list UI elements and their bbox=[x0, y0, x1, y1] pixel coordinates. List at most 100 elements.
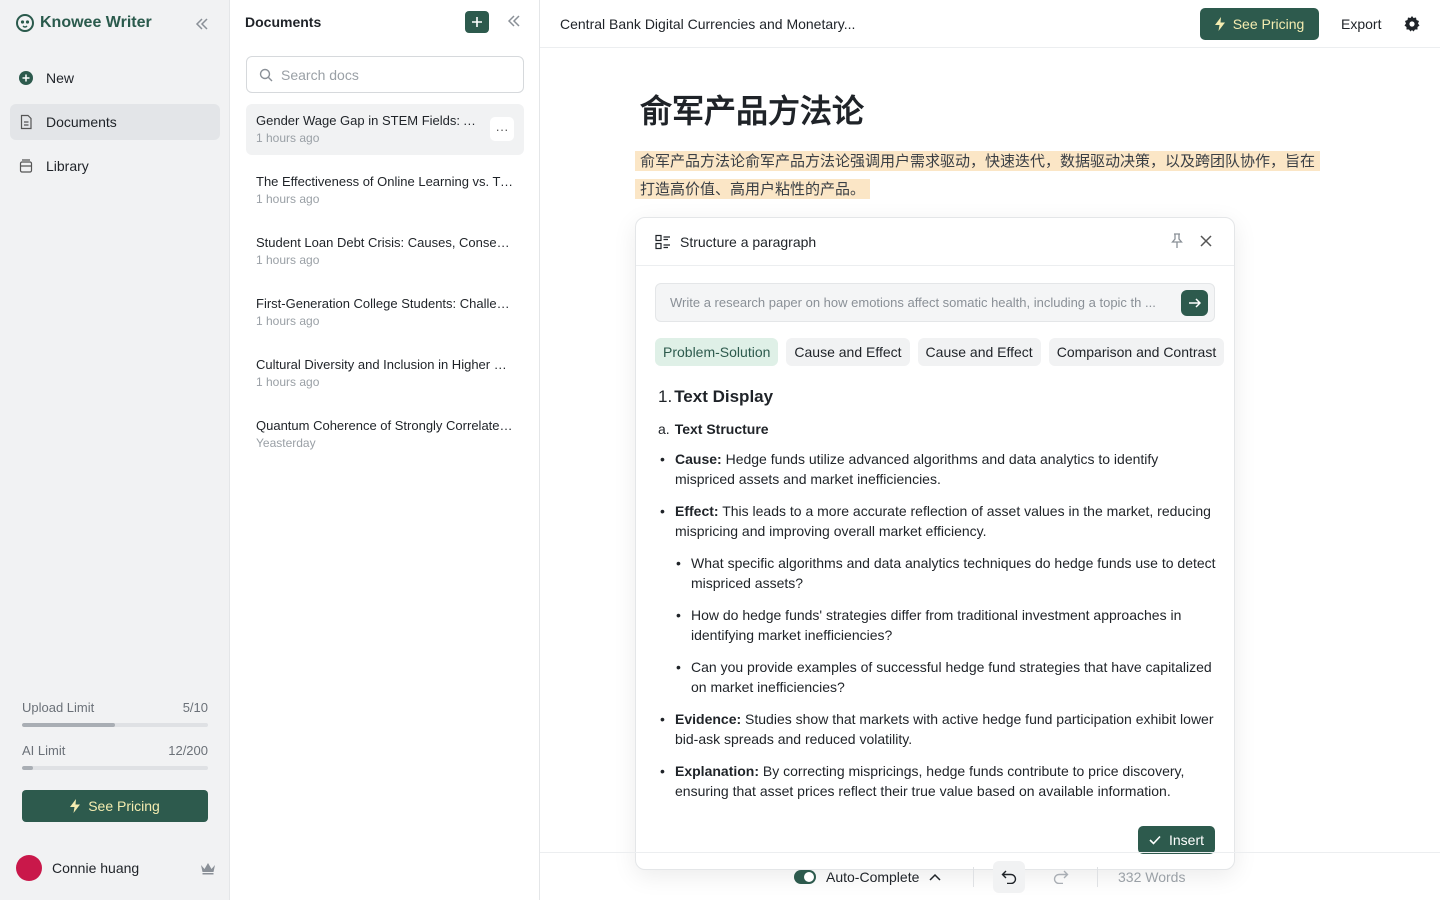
collapse-sidebar-button[interactable] bbox=[193, 15, 211, 33]
close-icon[interactable] bbox=[1197, 232, 1215, 250]
double-chevron-left-icon bbox=[507, 15, 520, 27]
insert-label: Insert bbox=[1168, 832, 1204, 848]
documents-panel: Documents Gender Wage Gap in STEM Fields… bbox=[230, 0, 540, 900]
chip-cause-and-effect[interactable]: Cause and Effect bbox=[786, 338, 910, 366]
document-heading[interactable]: 俞军产品方法论 bbox=[640, 86, 864, 132]
point-label: Cause: bbox=[675, 451, 722, 467]
selected-text[interactable]: 俞军产品方法论俞军产品方法论强调用户需求驱动，快速迭代，数据驱动决策，以及跨团队… bbox=[635, 151, 1321, 199]
structure-content: 1.Text Display a.Text Structure Cause: H… bbox=[658, 387, 1218, 813]
editor-statusbar: Auto-Complete 332 Words bbox=[540, 852, 1440, 900]
chip-comparison-and-contrast[interactable]: Comparison and Contrast bbox=[1048, 338, 1225, 366]
see-pricing-button[interactable]: See Pricing bbox=[22, 790, 208, 822]
upload-limit-fill bbox=[22, 723, 115, 727]
sidebar-item-new[interactable]: New bbox=[10, 60, 220, 96]
doc-time: 1 hours ago bbox=[256, 192, 320, 206]
prompt-field bbox=[655, 283, 1215, 322]
lightning-icon bbox=[70, 799, 81, 813]
export-button[interactable]: Export bbox=[1341, 16, 1381, 32]
see-pricing-button[interactable]: See Pricing bbox=[1200, 8, 1319, 40]
word-count: 332 Words bbox=[1118, 869, 1186, 885]
structure-icon bbox=[655, 234, 670, 250]
doc-title: Cultural Diversity and Inclusion in High… bbox=[256, 357, 514, 372]
editor-topbar: Central Bank Digital Currencies and Mone… bbox=[540, 0, 1440, 48]
list-item: Evidence: Studies show that markets with… bbox=[658, 709, 1218, 749]
point-label: Explanation: bbox=[675, 763, 760, 779]
point-text: Studies show that markets with active he… bbox=[675, 711, 1214, 747]
editor: Central Bank Digital Currencies and Mone… bbox=[540, 0, 1440, 900]
undo-button[interactable] bbox=[993, 861, 1025, 893]
list-item[interactable]: First-Generation College Students: Chall… bbox=[246, 287, 524, 338]
ai-limit-label: AI Limit bbox=[22, 743, 66, 758]
redo-button[interactable] bbox=[1045, 861, 1077, 893]
brand-name: Knowee Writer bbox=[40, 14, 152, 31]
list-item[interactable]: Cultural Diversity and Inclusion in High… bbox=[246, 348, 524, 399]
list-item: Can you provide examples of successful h… bbox=[674, 657, 1218, 697]
upload-limit-value: 5/10 bbox=[182, 700, 208, 715]
chip-problem-solution[interactable]: Problem-Solution bbox=[655, 338, 779, 366]
content-heading: 1. Text Display bbox=[658, 387, 1218, 407]
see-pricing-label: See Pricing bbox=[88, 798, 160, 814]
autocomplete-toggle[interactable] bbox=[794, 870, 816, 884]
search-input[interactable] bbox=[281, 66, 511, 83]
brand[interactable]: Knowee Writer bbox=[16, 14, 152, 32]
ai-limit-fill bbox=[22, 766, 34, 770]
pin-icon[interactable] bbox=[1168, 232, 1186, 250]
avatar bbox=[16, 855, 42, 881]
list-item: Effect: This leads to a more accurate re… bbox=[658, 501, 1218, 541]
list-item: How do hedge funds' strategies differ fr… bbox=[674, 605, 1218, 645]
doc-title: Student Loan Debt Crisis: Causes, Conseq… bbox=[256, 235, 514, 250]
doc-title: Gender Wage Gap in STEM Fields: Analyzin… bbox=[256, 113, 478, 128]
lightning-icon bbox=[1214, 17, 1225, 31]
document-icon bbox=[20, 114, 32, 130]
sidebar-item-label: Documents bbox=[46, 114, 117, 130]
documents-title: Documents bbox=[245, 14, 322, 30]
upload-limit-bar bbox=[22, 723, 208, 727]
prompt-input[interactable] bbox=[670, 295, 1170, 310]
structure-paragraph-panel: Structure a paragraph Problem-Solution C… bbox=[635, 217, 1235, 870]
sidebar-item-label: Library bbox=[46, 158, 89, 174]
subheading-number: a. bbox=[658, 421, 670, 437]
send-button[interactable] bbox=[1181, 290, 1208, 316]
list-item: Cause: Hedge funds utilize advanced algo… bbox=[658, 449, 1218, 489]
doc-title: The Effectiveness of Online Learning vs.… bbox=[256, 174, 514, 189]
owl-logo-icon bbox=[16, 14, 34, 32]
divider bbox=[1097, 867, 1098, 887]
panel-title: Structure a paragraph bbox=[680, 234, 817, 250]
point-label: Evidence: bbox=[675, 711, 742, 727]
list-item[interactable]: Gender Wage Gap in STEM Fields: Analyzin… bbox=[246, 104, 524, 155]
user-profile[interactable]: Connie huang bbox=[16, 855, 216, 881]
add-document-button[interactable] bbox=[465, 11, 489, 33]
ai-limit-bar bbox=[22, 766, 208, 770]
sidebar-nav: New Documents Library bbox=[10, 60, 220, 192]
arrow-right-icon bbox=[1188, 298, 1201, 308]
document-title[interactable]: Central Bank Digital Currencies and Mone… bbox=[560, 16, 855, 32]
insert-button[interactable]: Insert bbox=[1138, 826, 1215, 854]
collapse-documents-button[interactable] bbox=[505, 12, 523, 30]
list-item[interactable]: Quantum Coherence of Strongly Correlated… bbox=[246, 409, 524, 460]
subheading-text: Text Structure bbox=[674, 421, 769, 437]
point-text: This leads to a more accurate reflection… bbox=[675, 503, 1211, 539]
list-item[interactable]: The Effectiveness of Online Learning vs.… bbox=[246, 165, 524, 216]
list-item[interactable]: Student Loan Debt Crisis: Causes, Conseq… bbox=[246, 226, 524, 277]
plus-icon bbox=[472, 17, 482, 27]
chevron-up-icon[interactable] bbox=[929, 873, 941, 881]
more-options-button[interactable]: ··· bbox=[490, 117, 514, 141]
sidebar-item-documents[interactable]: Documents bbox=[10, 104, 220, 140]
double-chevron-left-icon bbox=[195, 18, 208, 30]
user-name: Connie huang bbox=[52, 860, 140, 876]
upload-limit-label: Upload Limit bbox=[22, 700, 95, 715]
search-docs bbox=[246, 56, 524, 93]
autocomplete-label: Auto-Complete bbox=[826, 869, 920, 885]
list-item: What specific algorithms and data analyt… bbox=[674, 553, 1218, 593]
chip-cause-and-effect[interactable]: Cause and Effect bbox=[917, 338, 1041, 366]
doc-time: 1 hours ago bbox=[256, 314, 320, 328]
undo-icon bbox=[1001, 870, 1017, 884]
document-paragraph[interactable]: 俞军产品方法论俞军产品方法论强调用户需求驱动，快速迭代，数据驱动决策，以及跨团队… bbox=[635, 147, 1325, 203]
sidebar: Knowee Writer New Documents Library Uplo… bbox=[0, 0, 230, 900]
heading-text: Text Display bbox=[674, 387, 774, 406]
list-item: Explanation: By correcting mispricings, … bbox=[658, 761, 1218, 801]
ai-limit-value: 12/200 bbox=[168, 743, 208, 758]
gear-icon[interactable] bbox=[1403, 15, 1421, 33]
sidebar-item-library[interactable]: Library bbox=[10, 148, 220, 184]
doc-title: First-Generation College Students: Chall… bbox=[256, 296, 514, 311]
